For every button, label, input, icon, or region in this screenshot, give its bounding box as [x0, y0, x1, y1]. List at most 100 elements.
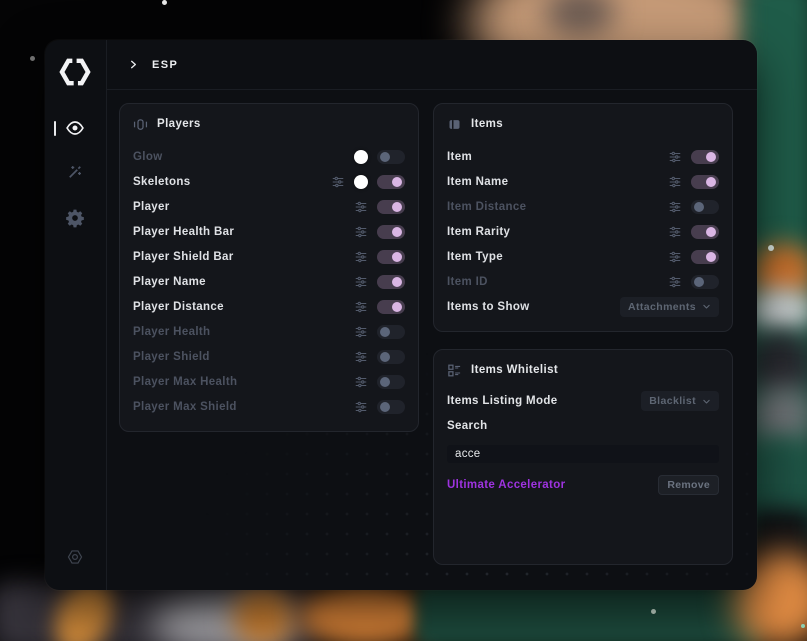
sliders-settings-icon[interactable] — [354, 250, 368, 264]
feature-controls — [354, 325, 405, 339]
feature-label: Glow — [133, 151, 354, 163]
feature-label: Player Max Health — [133, 376, 354, 388]
feature-label: Player Name — [133, 276, 354, 288]
sliders-settings-icon[interactable] — [354, 350, 368, 364]
particle-dot — [651, 609, 656, 614]
sidebar — [45, 40, 107, 590]
items-box-icon — [447, 117, 462, 132]
sliders-settings-icon[interactable] — [354, 225, 368, 239]
feature-row: Player Shield — [133, 344, 405, 369]
feature-controls — [354, 225, 405, 239]
toggle-switch[interactable] — [691, 275, 719, 289]
feature-row: Item Type — [447, 244, 719, 269]
settings-tab-gear-icon[interactable] — [65, 208, 85, 228]
visuals-tab-eye-icon[interactable] — [65, 118, 85, 138]
chevron-right-icon[interactable] — [128, 59, 139, 70]
color-swatch[interactable] — [354, 150, 368, 164]
feature-controls — [354, 400, 405, 414]
listing-mode-row: Items Listing Mode Blacklist — [447, 390, 719, 412]
esp-menu-window: ESP Players — [45, 40, 757, 590]
feature-label: Player Shield — [133, 351, 354, 363]
feature-label: Player — [133, 201, 354, 213]
sliders-settings-icon[interactable] — [354, 275, 368, 289]
feature-row: Player — [133, 194, 405, 219]
feature-row: Player Max Health — [133, 369, 405, 394]
sliders-settings-icon[interactable] — [354, 300, 368, 314]
page-header: ESP — [107, 40, 757, 90]
toggle-switch[interactable] — [691, 225, 719, 239]
sliders-settings-icon[interactable] — [354, 375, 368, 389]
remove-button[interactable]: Remove — [658, 475, 719, 495]
feature-row: Item Name — [447, 169, 719, 194]
hexagon-settings-icon[interactable] — [66, 548, 84, 566]
sliders-settings-icon[interactable] — [354, 400, 368, 414]
toggle-switch[interactable] — [377, 275, 405, 289]
feature-label: Player Shield Bar — [133, 251, 354, 263]
chevron-down-icon — [702, 302, 711, 311]
items-whitelist-header: Items Whitelist — [447, 362, 719, 378]
listing-mode-label: Items Listing Mode — [447, 395, 641, 407]
feature-controls — [354, 375, 405, 389]
feature-label: Item Type — [447, 251, 668, 263]
feature-label: Item Rarity — [447, 226, 668, 238]
feature-row: Player Max Shield — [133, 394, 405, 419]
feature-row: Player Health — [133, 319, 405, 344]
toggle-switch[interactable] — [377, 200, 405, 214]
toggle-switch[interactable] — [377, 250, 405, 264]
whitelist-entry-row: Ultimate Accelerator Remove — [447, 475, 719, 495]
toggle-switch[interactable] — [691, 150, 719, 164]
hexagon-logo-icon — [59, 56, 91, 88]
sliders-settings-icon[interactable] — [668, 200, 682, 214]
feature-label: Item — [447, 151, 668, 163]
misc-tab-wand-icon[interactable] — [66, 163, 84, 181]
feature-controls — [354, 300, 405, 314]
page-title: ESP — [152, 59, 178, 71]
toggle-switch[interactable] — [691, 175, 719, 189]
feature-label: Player Distance — [133, 301, 354, 313]
sliders-settings-icon[interactable] — [331, 175, 345, 189]
listing-mode-dropdown[interactable]: Blacklist — [641, 391, 719, 411]
players-scan-icon — [133, 117, 148, 132]
sliders-settings-icon[interactable] — [354, 200, 368, 214]
items-panel-header: Items — [447, 116, 719, 132]
items-to-show-dropdown[interactable]: Attachments — [620, 297, 719, 317]
toggle-switch[interactable] — [377, 325, 405, 339]
items-to-show-label: Items to Show — [447, 301, 620, 313]
feature-row: Player Health Bar — [133, 219, 405, 244]
feature-controls — [668, 225, 719, 239]
items-panel: Items Item — [433, 103, 733, 332]
sliders-settings-icon[interactable] — [668, 150, 682, 164]
feature-controls — [668, 175, 719, 189]
sliders-settings-icon[interactable] — [668, 250, 682, 264]
feature-controls — [354, 150, 405, 164]
feature-row: Item Rarity — [447, 219, 719, 244]
players-panel-header: Players — [133, 116, 405, 132]
toggle-switch[interactable] — [691, 250, 719, 264]
sliders-settings-icon[interactable] — [668, 275, 682, 289]
feature-controls — [354, 250, 405, 264]
toggle-switch[interactable] — [377, 225, 405, 239]
sliders-settings-icon[interactable] — [668, 175, 682, 189]
search-input[interactable] — [447, 445, 719, 463]
toggle-switch[interactable] — [377, 300, 405, 314]
toggle-switch[interactable] — [377, 150, 405, 164]
toggle-switch[interactable] — [377, 350, 405, 364]
particle-dot — [30, 56, 35, 61]
screen: ESP Players — [0, 0, 807, 641]
feature-controls — [668, 150, 719, 164]
feature-label: Item Name — [447, 176, 668, 188]
feature-label: Player Health Bar — [133, 226, 354, 238]
feature-label: Item ID — [447, 276, 668, 288]
toggle-switch[interactable] — [377, 400, 405, 414]
particle-dot — [801, 624, 805, 628]
toggle-switch[interactable] — [377, 375, 405, 389]
sliders-settings-icon[interactable] — [354, 325, 368, 339]
dropdown-value: Blacklist — [649, 395, 696, 407]
color-swatch[interactable] — [354, 175, 368, 189]
sliders-settings-icon[interactable] — [668, 225, 682, 239]
feature-row: Item ID — [447, 269, 719, 294]
items-panel-title: Items — [471, 118, 503, 130]
feature-controls — [331, 175, 405, 189]
toggle-switch[interactable] — [377, 175, 405, 189]
toggle-switch[interactable] — [691, 200, 719, 214]
